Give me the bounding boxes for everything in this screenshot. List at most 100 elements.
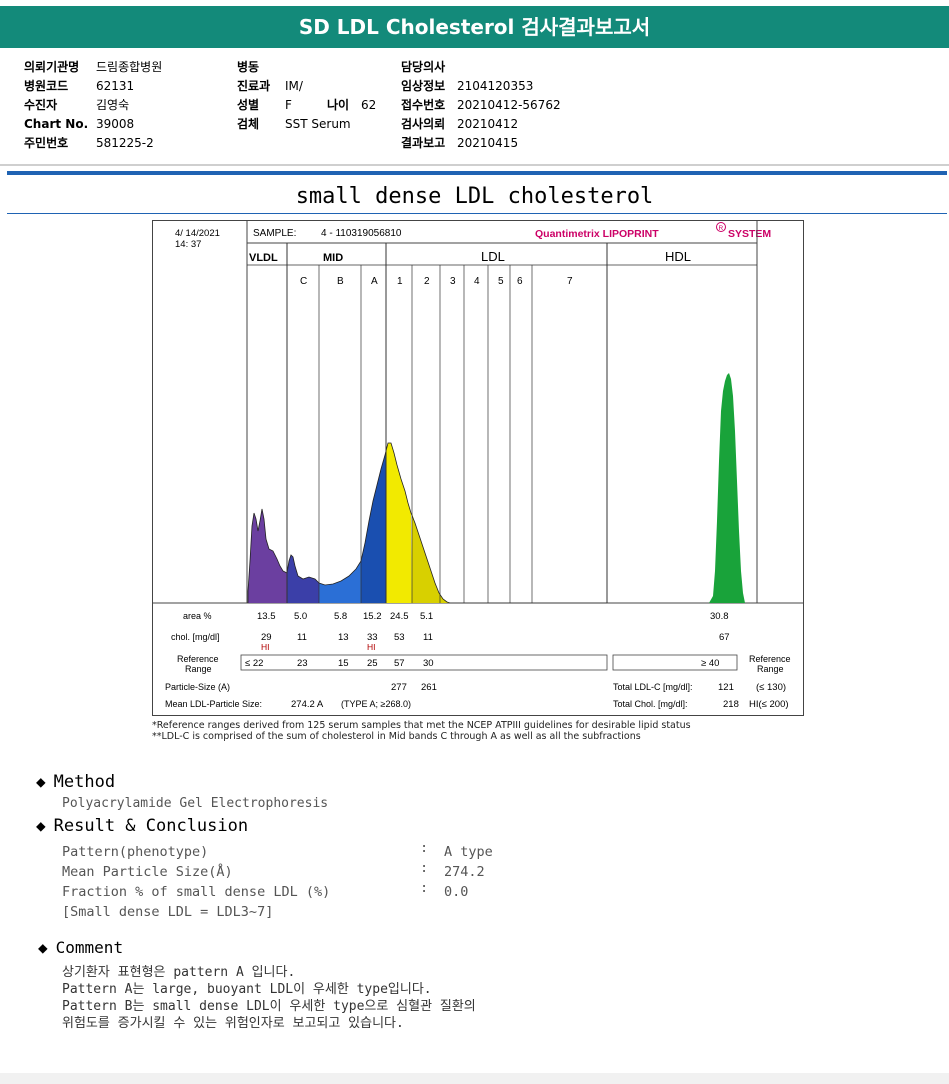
hi-flag-vldl: HI (261, 642, 270, 652)
band-label-7: 7 (567, 276, 573, 287)
total-chol-value: 218 (723, 699, 739, 710)
footnote-reference: *Reference ranges derived from 125 serum… (152, 720, 691, 731)
result-label-size: Mean Particle Size(Å) (62, 864, 233, 880)
page-bottom-strip (0, 1073, 949, 1084)
request-date-value: 20210412 (457, 117, 519, 131)
clinical-info-value: 2104120353 (457, 79, 534, 93)
band-b-peak (319, 561, 361, 603)
hdl-peak (709, 373, 745, 603)
area-c: 5.0 (294, 611, 307, 622)
sex-label: 성별 (237, 98, 260, 112)
method-heading: ◆ Method (36, 772, 115, 792)
chol-ldl1: 53 (394, 632, 405, 643)
divider-blue-thin (7, 213, 947, 214)
band-label-4: 4 (474, 276, 480, 287)
hospital-value: 드림종합병원 (96, 60, 163, 74)
band-label-c: C (300, 276, 307, 287)
chol-ldl2: 11 (423, 632, 433, 643)
brand-mark: R (719, 225, 724, 232)
report-date-label: 결과보고 (401, 136, 446, 150)
divider-blue (7, 171, 947, 175)
colon: : (420, 840, 429, 856)
band-label-6: 6 (517, 276, 523, 287)
area-hdl: 30.8 (710, 611, 729, 622)
resident-no-label: 주민번호 (24, 136, 69, 150)
ref-a: 25 (367, 658, 378, 669)
patient-info-col2: 병동 진료과 IM/ 성별 F 나이 62 검체 SST Serum (237, 58, 376, 134)
section-subtitle: small dense LDL cholesterol (295, 184, 654, 209)
hospital-code-label: 병원코드 (24, 79, 69, 93)
brand-tail: SYSTEM (728, 228, 771, 240)
comment-heading: ◆ Comment (38, 938, 123, 957)
hi-flag-a: HI (367, 642, 376, 652)
diamond-icon: ◆ (36, 772, 46, 791)
diamond-icon: ◆ (36, 816, 46, 835)
hospital-code-value: 62131 (96, 79, 135, 93)
ref-ldl2: 30 (423, 658, 434, 669)
group-label-hdl: HDL (665, 249, 691, 264)
department-value: IM/ (285, 79, 303, 93)
comment-heading-text: Comment (55, 938, 124, 957)
method-heading-text: Method (53, 772, 116, 792)
hospital-label: 의뢰기관명 (24, 60, 80, 74)
band-label-2: 2 (424, 276, 430, 287)
particle-size-1: 277 (391, 682, 407, 693)
sample-id: 4 - 110319056810 (321, 228, 402, 239)
band-label-5: 5 (498, 276, 504, 287)
band-label-3: 3 (450, 276, 456, 287)
divider (0, 164, 949, 166)
specimen-value: SST Serum (285, 117, 351, 131)
mean-particle-value: 274.2 A (291, 699, 324, 710)
group-label-vldl: VLDL (249, 252, 278, 264)
footnote-ldl: **LDL-C is comprised of the sum of chole… (152, 731, 641, 742)
area-a: 15.2 (363, 611, 382, 622)
result-note: [Small dense LDL = LDL3~7] (62, 904, 274, 920)
method-text: Polyacrylamide Gel Electrophoresis (62, 796, 329, 811)
patient-info-col1: 의뢰기관명 드림종합병원 병원코드 62131 수진자 김영숙 Chart No. 39… (24, 58, 162, 153)
report-date-value: 20210415 (457, 136, 519, 150)
colon: : (420, 860, 429, 876)
ref-ldl1: 57 (394, 658, 405, 669)
ldl1-peak (386, 443, 412, 603)
band-label-b: B (337, 276, 344, 287)
report-date: 4/ 14/2021 (175, 228, 220, 239)
ref-b: 15 (338, 658, 349, 669)
report-title: SD LDL Cholesterol 검사결과보고서 (0, 6, 949, 48)
particle-size-2: 261 (421, 682, 437, 693)
row-label-mean: Mean LDL-Particle Size: (165, 699, 262, 709)
result-value-fraction: 0.0 (444, 884, 469, 900)
ref-vldl: ≤ 22 (245, 658, 263, 669)
area-ldl2: 5.1 (420, 611, 433, 622)
group-label-ldl: LDL (481, 249, 505, 264)
brand-name: Quantimetrix LIPOPRINT (535, 228, 659, 240)
total-ldl-label: Total LDL-C [mg/dl]: (613, 682, 693, 692)
physician-label: 담당의사 (401, 60, 446, 74)
lipoprint-report: 4/ 14/2021 14: 37 SAMPLE: 4 - 1103190568… (152, 220, 804, 716)
result-heading: ◆ Result & Conclusion (36, 816, 248, 836)
resident-no-value: 581225-2 (96, 136, 154, 150)
result-heading-text: Result & Conclusion (53, 816, 249, 836)
patient-name-value: 김영숙 (96, 98, 130, 112)
band-label-a: A (371, 276, 378, 287)
chol-hdl: 67 (719, 632, 730, 643)
receipt-no-label: 접수번호 (401, 98, 446, 112)
chol-c: 11 (297, 632, 307, 643)
comment-line: 위험도를 증가시킬 수 있는 위험인자로 보고되고 있습니다. (62, 1016, 404, 1031)
ref-label-right-1: Reference (749, 654, 791, 664)
area-vldl: 13.5 (257, 611, 276, 622)
request-date-label: 검사의뢰 (401, 117, 446, 131)
lipoprint-graph: 4/ 14/2021 14: 37 SAMPLE: 4 - 1103190568… (153, 221, 803, 710)
total-chol-label: Total Chol. [mg/dl]: (613, 699, 688, 709)
chol-b: 13 (338, 632, 349, 643)
sample-label: SAMPLE: (253, 228, 296, 239)
colon: : (420, 880, 429, 896)
mean-particle-type: (TYPE A; ≥268.0) (341, 699, 411, 709)
total-ldl-value: 121 (718, 682, 734, 693)
age-value: 62 (361, 98, 377, 112)
sex-value: F (285, 98, 292, 112)
ref-label-left-1: Reference (177, 654, 219, 664)
area-ldl1: 24.5 (390, 611, 409, 622)
ldl2-peak (412, 513, 450, 603)
specimen-label: 검체 (237, 117, 260, 131)
total-chol-ref: HI(≤ 200) (749, 699, 789, 710)
